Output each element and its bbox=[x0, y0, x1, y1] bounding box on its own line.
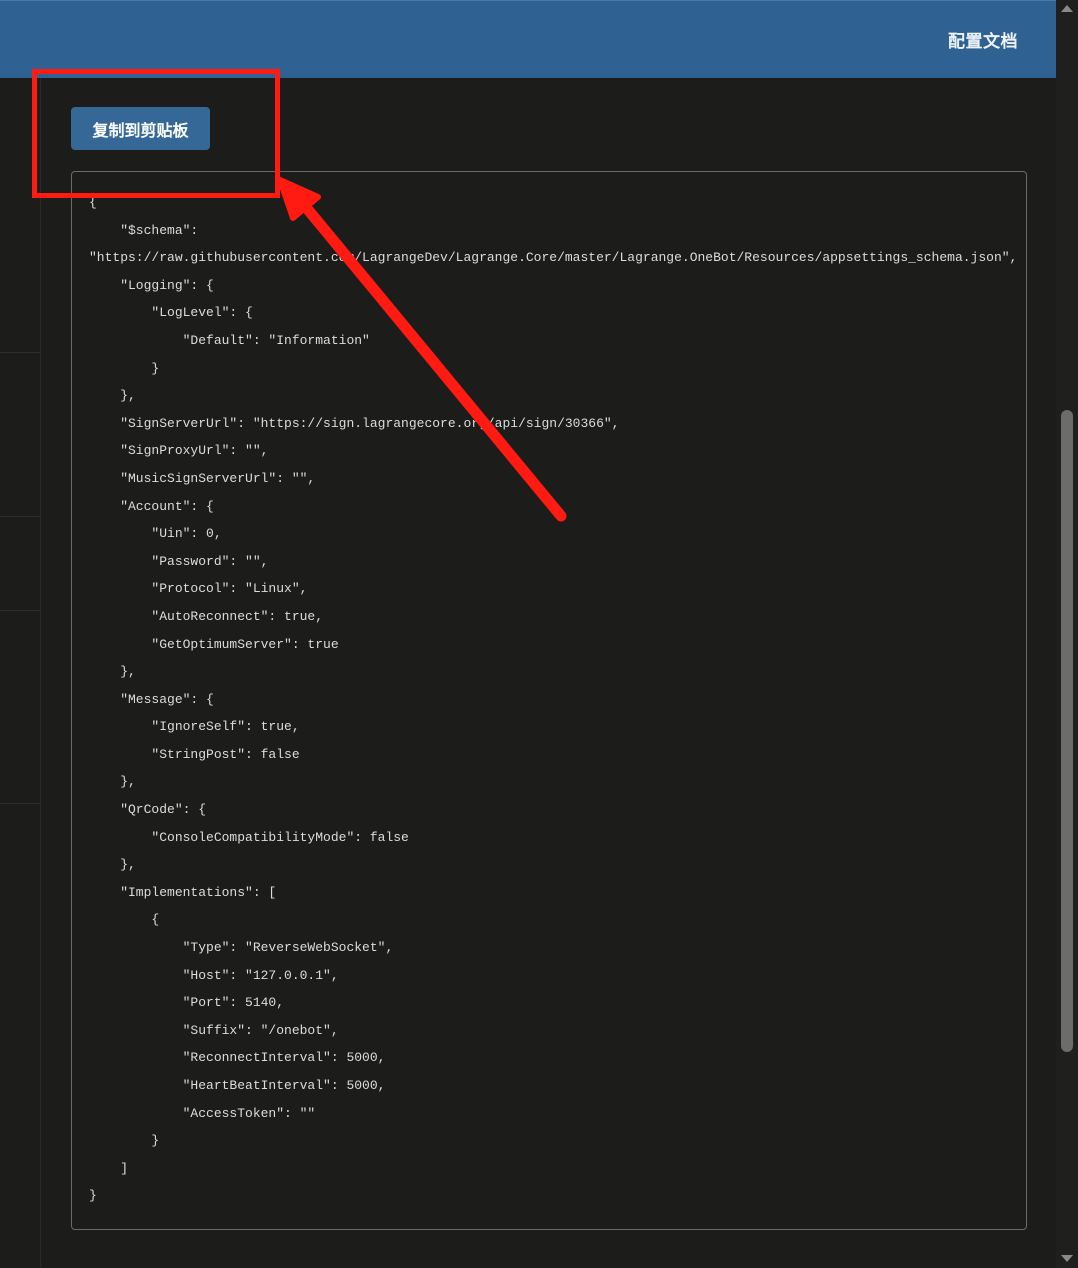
left-sidebar-strip bbox=[0, 78, 41, 1268]
config-page: 配置文档 复制到剪贴板 { "$schema": "https://raw.gi… bbox=[0, 0, 1078, 1268]
config-docs-link[interactable]: 配置文档 bbox=[948, 27, 1018, 52]
scroll-up-arrow-icon[interactable] bbox=[1061, 5, 1073, 12]
sidebar-divider bbox=[0, 352, 40, 353]
top-header-bar: 配置文档 bbox=[0, 0, 1056, 78]
page-scrollbar[interactable] bbox=[1056, 0, 1078, 1268]
config-code-block[interactable]: { "$schema": "https://raw.githubusercont… bbox=[71, 171, 1027, 1230]
scroll-down-arrow-icon[interactable] bbox=[1061, 1255, 1073, 1262]
scrollbar-thumb[interactable] bbox=[1061, 410, 1073, 1052]
copy-to-clipboard-button[interactable]: 复制到剪贴板 bbox=[71, 107, 210, 150]
sidebar-divider bbox=[0, 516, 40, 517]
sidebar-divider bbox=[0, 610, 40, 611]
sidebar-divider bbox=[0, 803, 40, 804]
config-json-text: { "$schema": "https://raw.githubusercont… bbox=[89, 195, 1018, 1204]
